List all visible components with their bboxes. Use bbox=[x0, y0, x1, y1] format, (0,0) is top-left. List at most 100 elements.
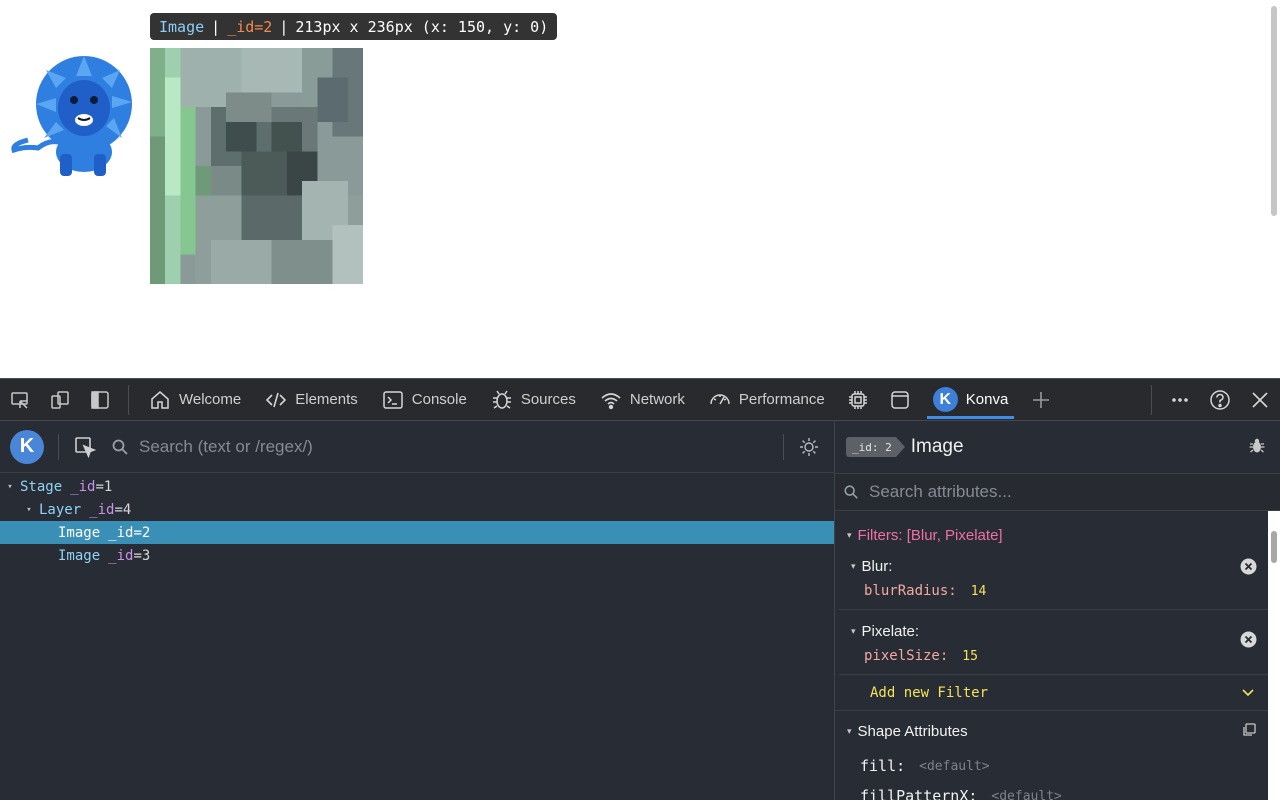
tree-node-image-selected[interactable]: Image _id = 2 bbox=[0, 521, 834, 544]
attribute-key: fill: bbox=[860, 757, 906, 775]
search-icon bbox=[112, 439, 128, 455]
tab-label: Console bbox=[411, 391, 467, 408]
tab-network[interactable]: Network bbox=[588, 379, 697, 421]
filter-property-value[interactable]: 14 bbox=[971, 584, 987, 599]
tab-label: Sources bbox=[520, 391, 576, 408]
node-detail-title: Image bbox=[910, 436, 964, 457]
tree-node-id-key: _id bbox=[89, 501, 115, 518]
tab-console[interactable]: Console bbox=[370, 379, 479, 421]
console-icon bbox=[383, 390, 403, 409]
tab-elements[interactable]: Elements bbox=[253, 379, 370, 421]
tree-node-id-value: 2 bbox=[141, 524, 151, 541]
home-icon bbox=[151, 390, 169, 409]
tooltip-dimensions: 213px x 236px (x: 150, y: 0) bbox=[295, 17, 549, 36]
tab-application[interactable] bbox=[879, 379, 921, 421]
tree-node-eq: = bbox=[114, 501, 123, 518]
tab-konva[interactable]: K Konva bbox=[921, 379, 1021, 421]
page-scrollbar[interactable] bbox=[1268, 0, 1280, 378]
filter-header[interactable]: ▾ Pixelate: bbox=[839, 618, 1269, 644]
toolbar-divider bbox=[128, 384, 129, 415]
select-node-icon[interactable] bbox=[73, 435, 97, 459]
add-filter-label: Add new Filter bbox=[870, 684, 989, 701]
copy-icon[interactable] bbox=[1241, 722, 1257, 738]
canvas-image-pixelated[interactable] bbox=[150, 48, 363, 284]
expand-caret-icon[interactable]: ▾ bbox=[847, 530, 852, 541]
tree-node-id-key: _id bbox=[108, 524, 134, 541]
toolbar-divider bbox=[783, 434, 784, 460]
tree-node-eq: = bbox=[133, 547, 142, 564]
attributes-scrollbar-thumb[interactable] bbox=[1271, 531, 1277, 563]
tree-node-eq: = bbox=[133, 524, 142, 541]
more-options-button[interactable] bbox=[1160, 379, 1200, 421]
node-tree: ▾ Stage _id = 1 ▾ Layer _id = 4 Image _id = 2 … bbox=[0, 473, 834, 567]
sun-icon[interactable] bbox=[798, 436, 820, 458]
node-id-chip-label: _id: 2 bbox=[846, 437, 896, 457]
filter-property-value[interactable]: 15 bbox=[962, 649, 978, 664]
tooltip-node-id: _id=2 bbox=[227, 17, 273, 36]
devtools-panel: Welcome Elements Console Sources Network… bbox=[0, 378, 1280, 800]
konva-tree-panel: K ▾ Stage _id=1 ▾ Layer _id=4 Image _id=… bbox=[0, 421, 834, 800]
tab-sources[interactable]: Sources bbox=[479, 379, 588, 421]
tooltip-separator: | bbox=[279, 17, 289, 36]
tree-search-input[interactable] bbox=[139, 431, 739, 462]
tree-node-name: Stage bbox=[20, 478, 63, 495]
attribute-value[interactable]: <default> bbox=[991, 789, 1061, 800]
konva-logo: K bbox=[10, 429, 44, 464]
device-emulation-button[interactable] bbox=[40, 379, 80, 421]
attribute-key: fillPatternX: bbox=[860, 787, 978, 800]
tree-node-stage[interactable]: ▾ Stage _id = 1 bbox=[0, 475, 834, 498]
inspect-element-button[interactable] bbox=[0, 379, 40, 421]
node-detail-header: _id: 2 Image bbox=[835, 421, 1280, 473]
inspect-icon bbox=[11, 391, 28, 409]
tab-memory[interactable] bbox=[837, 379, 879, 421]
tree-node-name: Image bbox=[58, 524, 101, 541]
shape-attributes-header[interactable]: ▾ Shape Attributes bbox=[835, 711, 1269, 751]
tab-label: Konva bbox=[965, 391, 1009, 408]
tree-node-image[interactable]: Image _id = 3 bbox=[0, 544, 834, 567]
page-scrollbar-thumb[interactable] bbox=[1271, 6, 1277, 216]
tab-label: Elements bbox=[295, 391, 358, 408]
remove-filter-icon[interactable] bbox=[1240, 558, 1257, 575]
filters-section-header[interactable]: ▾ Filters: [Blur, Pixelate] bbox=[835, 517, 1269, 553]
tab-label: Performance bbox=[738, 391, 825, 408]
filter-pixelate: ▾ Pixelate: pixelSize: 15 bbox=[839, 618, 1269, 675]
device-icon bbox=[51, 390, 69, 409]
expand-caret-icon[interactable]: ▾ bbox=[24, 505, 34, 515]
attribute-value[interactable]: <default> bbox=[919, 759, 989, 774]
tooltip-node-name: Image bbox=[159, 17, 205, 36]
debug-bug-icon[interactable] bbox=[1248, 437, 1266, 455]
expand-caret-icon[interactable]: ▾ bbox=[851, 561, 856, 572]
expand-caret-icon[interactable]: ▾ bbox=[5, 482, 15, 492]
expand-caret-icon[interactable]: ▾ bbox=[851, 626, 856, 637]
chip-icon bbox=[848, 390, 867, 409]
gauge-icon bbox=[710, 393, 730, 404]
add-tab-button[interactable] bbox=[1020, 379, 1062, 421]
konva-lion-image[interactable] bbox=[8, 56, 136, 180]
node-info-tooltip: Image | _id=2 | 213px x 236px (x: 150, y… bbox=[150, 13, 558, 40]
konva-tree-toolbar: K bbox=[0, 421, 834, 473]
tab-welcome[interactable]: Welcome bbox=[137, 379, 253, 421]
wifi-icon bbox=[601, 392, 621, 409]
attribute-search-input[interactable] bbox=[869, 477, 1259, 507]
add-filter-dropdown[interactable]: Add new Filter bbox=[835, 675, 1269, 711]
plus-icon bbox=[1033, 391, 1050, 408]
tooltip-separator: | bbox=[211, 17, 221, 36]
expand-caret-icon[interactable]: ▾ bbox=[847, 726, 852, 737]
help-button[interactable] bbox=[1200, 379, 1240, 421]
tab-performance[interactable]: Performance bbox=[697, 379, 837, 421]
tree-node-layer[interactable]: ▾ Layer _id = 4 bbox=[0, 498, 834, 521]
help-icon bbox=[1210, 390, 1230, 410]
filter-header[interactable]: ▾ Blur: bbox=[839, 553, 1269, 579]
tree-node-id-value: 3 bbox=[141, 547, 151, 564]
filters-section-title: Filters: [Blur, Pixelate] bbox=[857, 526, 1003, 544]
bug-icon bbox=[492, 390, 511, 409]
attributes-scrollbar[interactable] bbox=[1268, 511, 1280, 800]
filter-property-row: pixelSize: 15 bbox=[839, 644, 1269, 668]
toggle-sidebar-button[interactable] bbox=[80, 379, 120, 421]
chevron-down-icon bbox=[1242, 689, 1254, 697]
konva-logo-icon: K bbox=[932, 387, 958, 412]
remove-filter-icon[interactable] bbox=[1240, 631, 1257, 648]
close-devtools-button[interactable] bbox=[1240, 379, 1280, 421]
application-icon bbox=[891, 390, 909, 409]
close-icon bbox=[1252, 392, 1268, 408]
